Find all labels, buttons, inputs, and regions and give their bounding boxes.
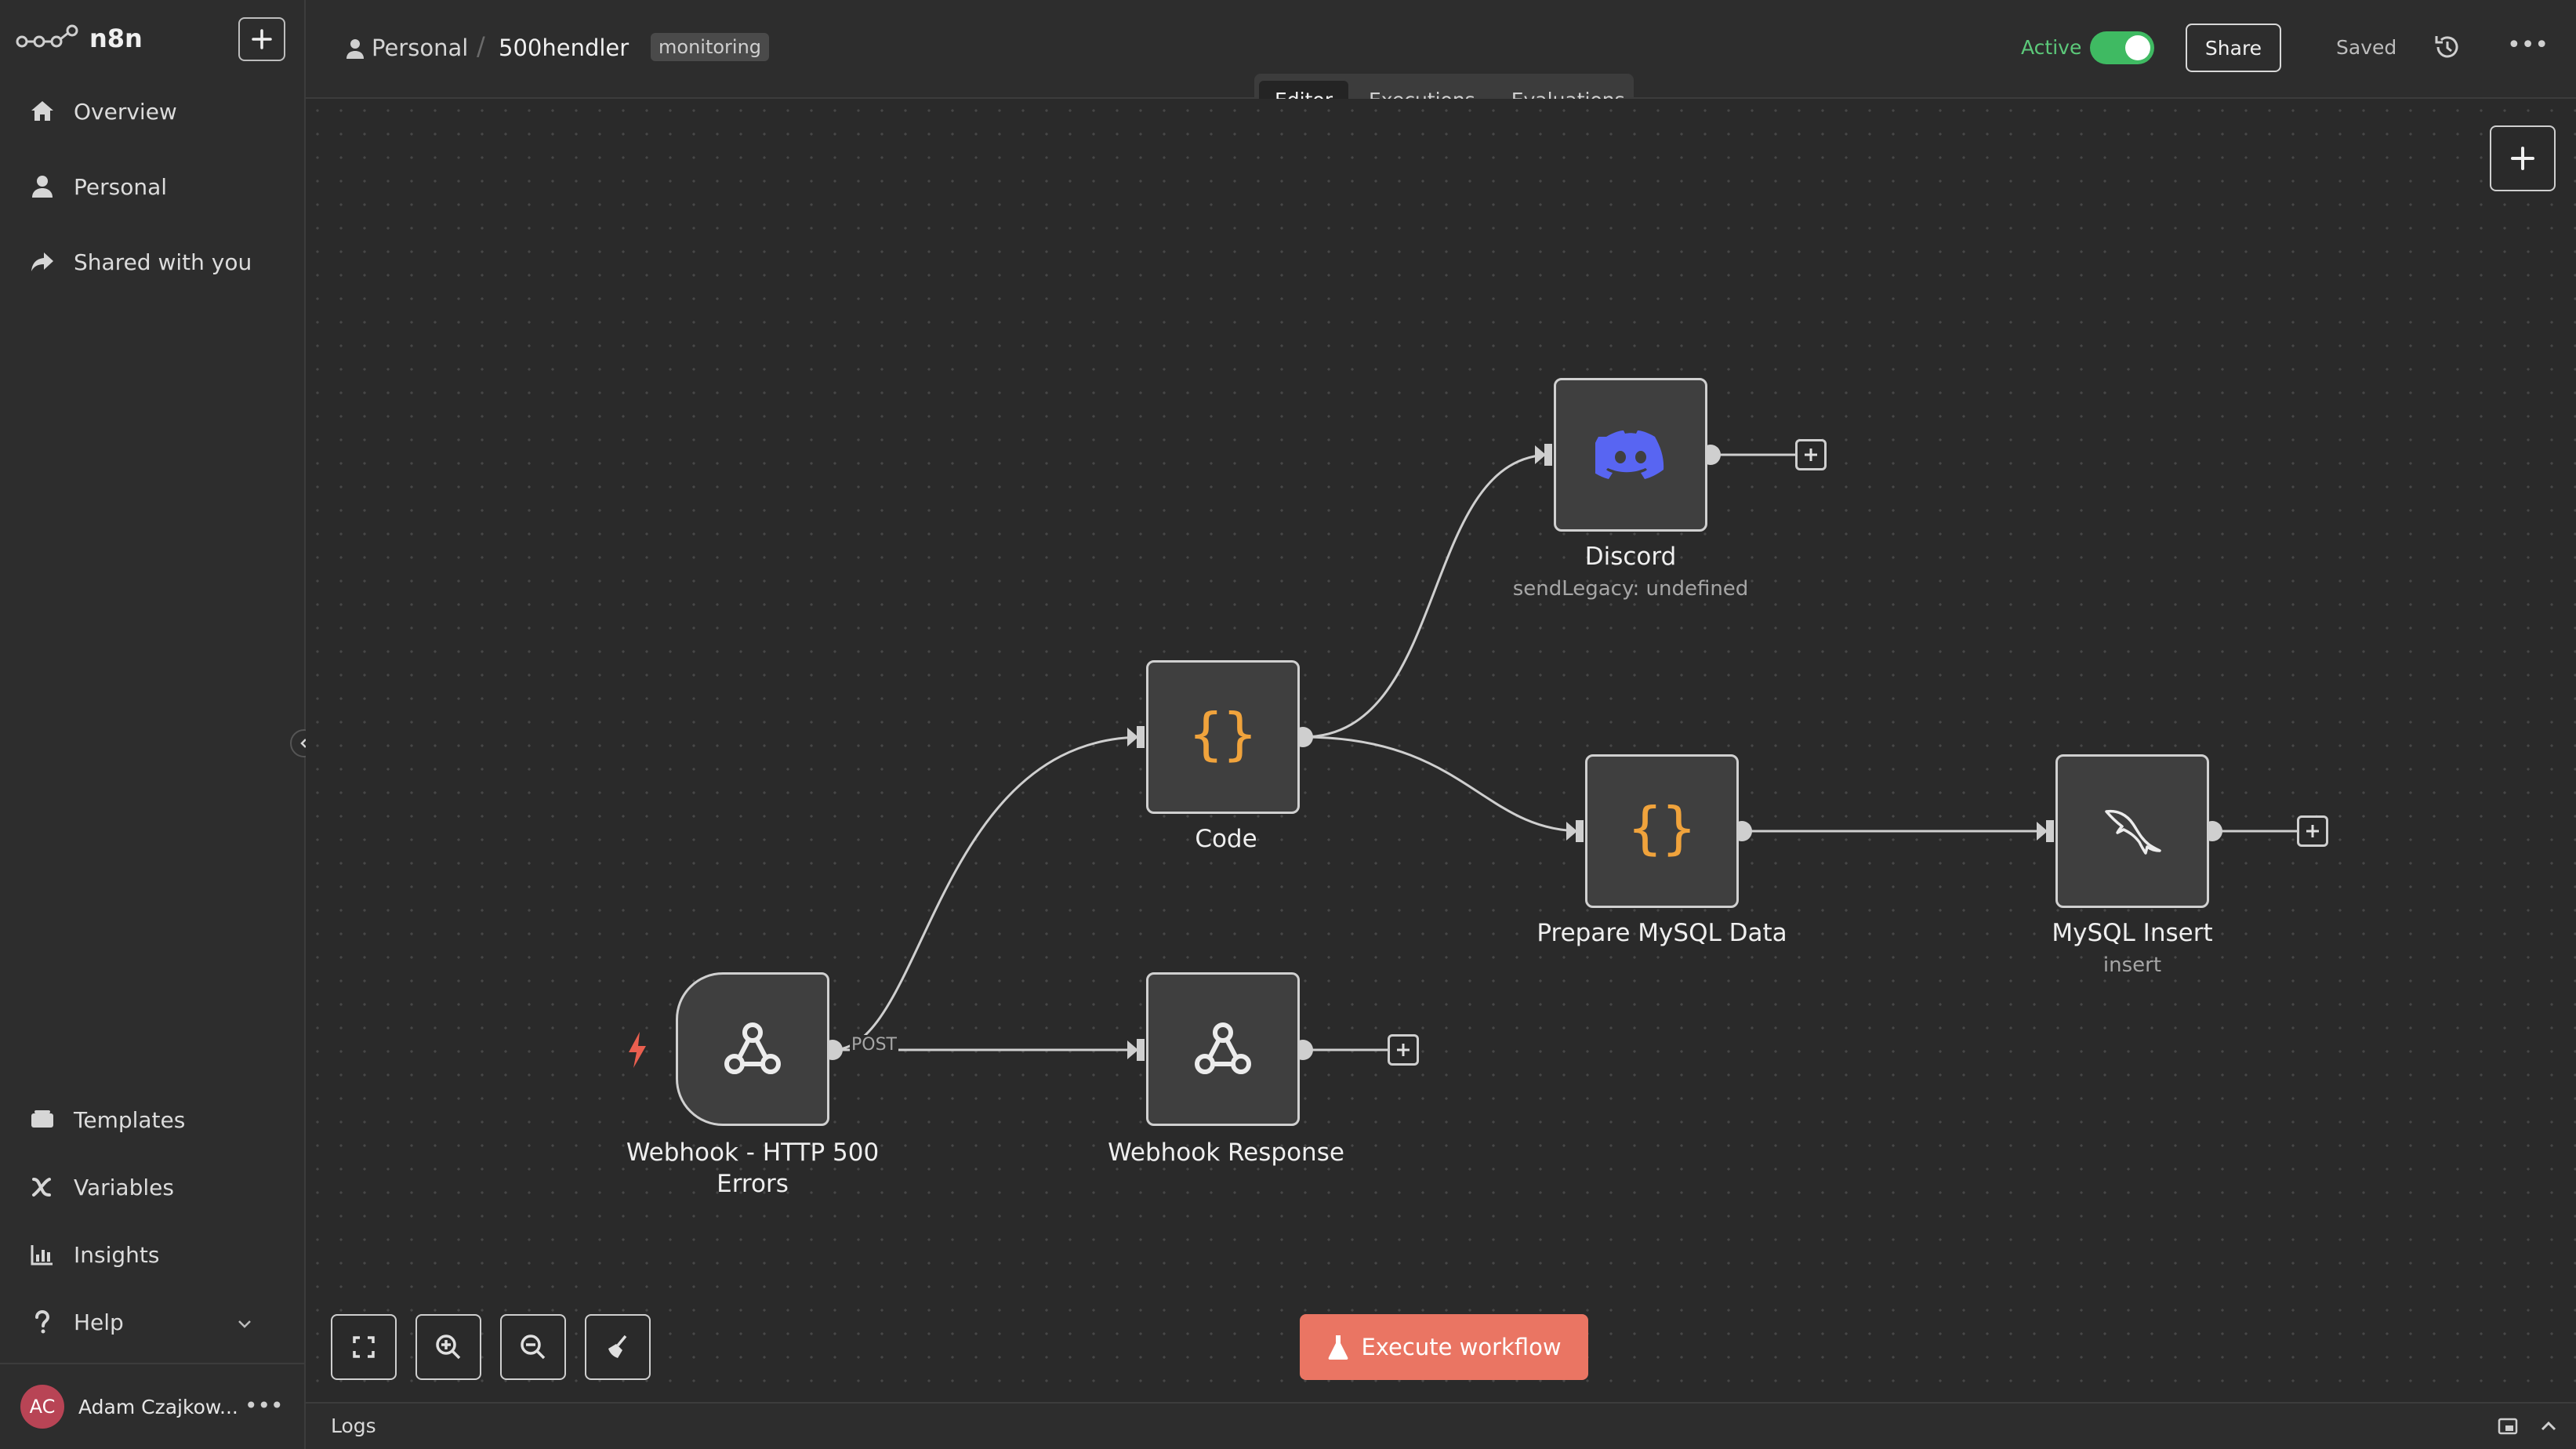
workflow-canvas[interactable]: POST Webhook - HTTP 500 Errors {} Code D… — [306, 99, 2576, 1402]
user-more-button[interactable]: ••• — [245, 1393, 284, 1418]
home-icon — [31, 101, 53, 121]
active-label: Active — [2021, 36, 2082, 59]
node-discord[interactable] — [1554, 378, 1707, 532]
code-braces-icon: {} — [1189, 702, 1257, 767]
sidebar-item-shared[interactable]: Shared with you — [28, 248, 252, 276]
plus-icon — [2306, 825, 2319, 837]
node-mysql-insert[interactable] — [2055, 754, 2209, 908]
edge-webhook-code — [832, 735, 1144, 1051]
execute-workflow-label: Execute workflow — [1361, 1334, 1562, 1360]
breadcrumb-project[interactable]: Personal — [372, 34, 468, 61]
code-braces-icon: {} — [1628, 796, 1696, 861]
node-code[interactable]: {} — [1146, 660, 1300, 814]
node-label-code: Code — [1195, 825, 1257, 853]
node-subtitle-discord: sendLegacy: undefined — [1512, 577, 1749, 601]
node-label-response: Webhook Response — [1108, 1138, 1344, 1167]
sidebar-item-label: Shared with you — [74, 249, 252, 275]
insights-icon — [31, 1245, 53, 1266]
pop-out-icon[interactable] — [2496, 1414, 2520, 1438]
n8n-logo[interactable]: n8n — [16, 24, 143, 53]
edge-label-post: POST — [850, 1035, 898, 1055]
zoom-in-button[interactable] — [415, 1314, 481, 1380]
n8n-logo-icon — [16, 24, 78, 48]
discord-icon — [1595, 430, 1664, 479]
plus-icon — [1805, 448, 1817, 461]
user-icon — [32, 176, 53, 198]
sidebar-item-overview[interactable]: Overview — [28, 97, 177, 125]
node-label-prepare: Prepare MySQL Data — [1537, 919, 1787, 947]
breadcrumb-separator: / — [477, 31, 485, 61]
zoom-in-icon — [436, 1335, 461, 1360]
share-icon — [31, 252, 53, 271]
plus-icon — [1397, 1044, 1410, 1056]
flask-icon — [1329, 1335, 1348, 1360]
add-after-mysql-button[interactable] — [2297, 815, 2328, 847]
chevron-down-icon[interactable] — [235, 1314, 254, 1333]
node-webhook-response[interactable] — [1146, 972, 1300, 1126]
node-label-discord: Discord — [1584, 543, 1677, 571]
variables-icon — [32, 1178, 51, 1197]
broom-icon — [608, 1335, 627, 1358]
svg-text:{}: {} — [1628, 796, 1696, 861]
templates-icon — [31, 1110, 53, 1128]
node-subtitle-mysql: insert — [2103, 953, 2162, 977]
share-button[interactable]: Share — [2186, 24, 2281, 72]
sidebar-item-personal[interactable]: Personal — [28, 172, 167, 201]
zoom-out-button[interactable] — [500, 1314, 566, 1380]
node-label-mysql: MySQL Insert — [2052, 919, 2213, 947]
add-after-discord-button[interactable] — [1795, 439, 1827, 470]
avatar[interactable]: AC — [20, 1385, 64, 1429]
node-webhook-trigger[interactable] — [676, 972, 829, 1126]
saved-status: Saved — [2336, 36, 2397, 59]
active-toggle[interactable] — [2090, 31, 2154, 64]
more-options-button[interactable]: ••• — [2507, 31, 2549, 59]
sidebar: n8n Overview Personal Shared with you Te… — [0, 0, 318, 1449]
help-icon — [35, 1309, 50, 1334]
sidebar-item-label: Personal — [74, 173, 168, 200]
add-after-response-button[interactable] — [1388, 1034, 1419, 1066]
history-icon[interactable] — [2432, 31, 2463, 63]
app-name: n8n — [89, 24, 143, 53]
sidebar-item-label: Variables — [74, 1174, 174, 1200]
webhook-icon — [1195, 1022, 1251, 1074]
mysql-dolphin-icon — [2105, 809, 2161, 855]
user-menu[interactable]: AC Adam Czajkow... ••• — [0, 1363, 306, 1449]
sidebar-item-templates[interactable]: Templates — [28, 1106, 185, 1134]
fit-view-icon — [353, 1336, 375, 1358]
execute-workflow-button[interactable]: Execute workflow — [1300, 1314, 1588, 1380]
sidebar-item-insights[interactable]: Insights — [28, 1240, 159, 1269]
node-label-webhook: Webhook - HTTP 500 Errors — [626, 1138, 880, 1198]
sidebar-item-label: Insights — [74, 1241, 160, 1268]
logs-label: Logs — [331, 1414, 376, 1437]
workflow-tag[interactable]: monitoring — [651, 33, 770, 61]
node-prepare-mysql[interactable]: {} — [1585, 754, 1739, 908]
svg-text:{}: {} — [1189, 702, 1257, 767]
sidebar-item-label: Overview — [74, 98, 177, 125]
edge-code-prepare — [1302, 735, 1583, 833]
trigger-bolt-icon — [629, 1032, 646, 1068]
chevron-up-icon[interactable] — [2537, 1414, 2560, 1438]
connections-layer — [822, 444, 2297, 1061]
create-new-button[interactable] — [238, 17, 285, 61]
user-name: Adam Czajkow... — [78, 1396, 238, 1418]
fit-view-button[interactable] — [331, 1314, 397, 1380]
webhook-icon — [724, 1022, 781, 1074]
zoom-out-icon — [521, 1335, 546, 1360]
tidy-up-button[interactable] — [585, 1314, 651, 1380]
workflow-name[interactable]: 500hendler — [499, 34, 629, 61]
sidebar-item-label: Help — [74, 1309, 124, 1335]
sidebar-item-label: Templates — [74, 1106, 186, 1133]
logs-panel-bar[interactable]: Logs — [306, 1402, 2576, 1449]
user-icon — [346, 39, 364, 59]
sidebar-item-variables[interactable]: Variables — [28, 1173, 174, 1201]
plus-icon — [252, 29, 272, 49]
sidebar-item-help[interactable]: Help — [28, 1308, 124, 1336]
